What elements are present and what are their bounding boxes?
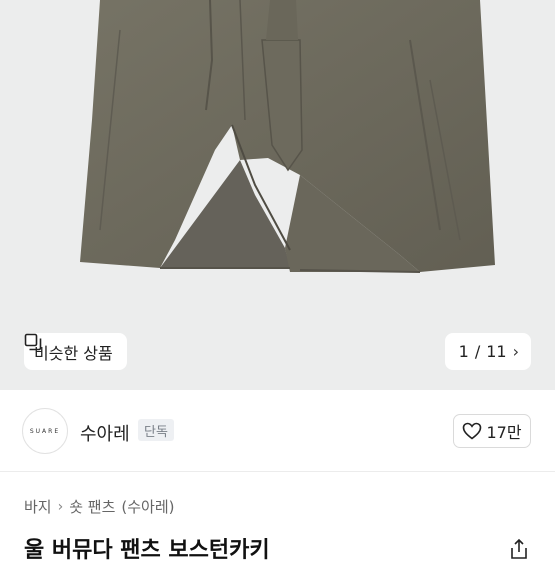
shop-info-row[interactable]: SUARE 수아레 단독 17만 — [0, 390, 555, 472]
pager-total: 11 — [486, 342, 507, 361]
breadcrumb-item-brand[interactable]: (수아레) — [121, 496, 174, 517]
similar-products-label: 비슷한 상품 — [34, 343, 113, 363]
shop-logo[interactable]: SUARE — [22, 408, 68, 454]
chevron-right-icon: › — [57, 498, 64, 515]
similar-products-button[interactable]: 비슷한 상품 — [24, 333, 127, 370]
breadcrumb-item-category[interactable]: 바지 — [24, 496, 52, 517]
share-icon[interactable] — [509, 538, 529, 560]
pager-separator: / — [474, 342, 481, 361]
like-count: 17만 — [486, 423, 522, 442]
similar-products-icon — [24, 333, 42, 351]
shop-logo-text: SUARE — [29, 427, 61, 435]
product-title: 울 버뮤다 팬츠 보스턴카키 — [24, 538, 270, 563]
exclusive-badge: 단독 — [138, 419, 174, 441]
shop-name[interactable]: 수아레 — [80, 420, 130, 446]
breadcrumb: 바지 › 숏 팬츠 (수아레) — [24, 496, 175, 517]
like-button[interactable]: 17만 — [453, 414, 531, 448]
chevron-right-icon: › — [512, 342, 519, 361]
breadcrumb-item-subcategory[interactable]: 숏 팬츠 — [69, 496, 115, 517]
heart-icon — [463, 422, 482, 440]
product-image — [80, 0, 495, 273]
image-pager[interactable]: 1 / 11 › — [444, 333, 531, 370]
pager-current: 1 — [458, 342, 469, 361]
product-image-gallery[interactable]: 비슷한 상품 1 / 11 › — [0, 0, 555, 390]
